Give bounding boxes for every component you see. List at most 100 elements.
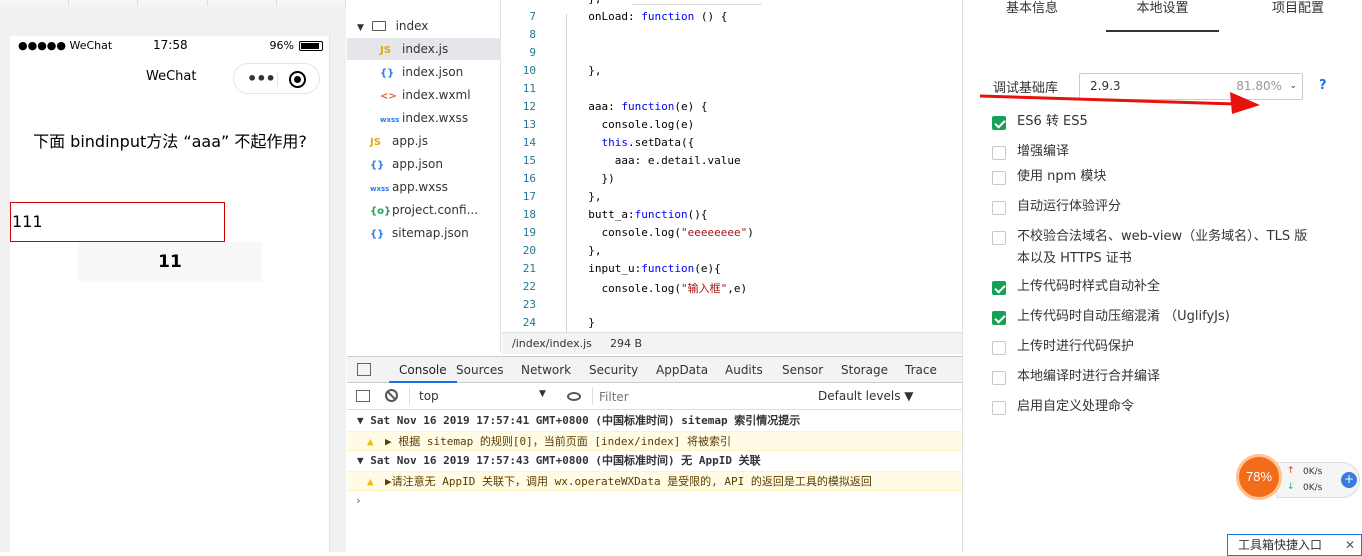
line-number: 9	[529, 46, 536, 59]
devtools-tab[interactable]: Console	[389, 357, 457, 383]
option-checkbox[interactable]	[992, 341, 1006, 355]
console-group[interactable]: ▼ Sat Nov 16 2019 17:57:41 GMT+0800 (中国标…	[347, 411, 962, 431]
chevron-down-icon: ⌄	[1289, 81, 1297, 91]
devtools-tab[interactable]: Network	[521, 357, 571, 383]
file-path: /index/index.js	[512, 337, 592, 350]
file-name: app.wxss	[392, 180, 448, 194]
editor-tab[interactable]	[632, 0, 762, 5]
line-number: 8	[529, 28, 536, 41]
option-checkbox[interactable]	[992, 231, 1006, 245]
help-icon[interactable]: ?	[1319, 78, 1327, 93]
tab-project-config[interactable]: 项目配置	[1253, 0, 1343, 32]
option-checkbox[interactable]	[992, 281, 1006, 295]
tree-file-item[interactable]: {} sitemap.json	[370, 222, 469, 244]
tree-file-item[interactable]: wxss index.wxss	[380, 107, 468, 129]
option-checkbox[interactable]	[992, 371, 1006, 385]
tree-file-item[interactable]: wxss app.wxss	[370, 176, 448, 198]
code-line: console.log(e)	[575, 118, 695, 131]
devtools-tab[interactable]: Sources	[456, 357, 503, 383]
close-icon[interactable]: ✕	[1345, 535, 1355, 555]
console-message: ▼ Sat Nov 16 2019 17:57:41 GMT+0800 (中国标…	[357, 414, 801, 427]
question-text: 下面 bindinput方法 “aaa” 不起作用?	[33, 132, 307, 151]
tab-local-settings[interactable]: 本地设置	[1106, 0, 1219, 32]
code-line: onLoad: function () {	[575, 10, 728, 23]
tree-file-item[interactable]: {o}project.confi...	[370, 199, 478, 221]
option-label: 增强编译	[1017, 144, 1070, 159]
console-message: ▶ 根据 sitemap 的规则[0]，当前页面 [index/index] 将…	[385, 435, 732, 448]
toolbox-shortcut[interactable]: 工具箱快捷入口 ✕	[1227, 534, 1362, 556]
option-checkbox[interactable]	[992, 171, 1006, 185]
phone-status-bar: ●●●●● WeChat 17:58 96%	[10, 36, 330, 56]
eye-icon[interactable]	[567, 392, 581, 401]
tree-file-item[interactable]: {} app.json	[370, 153, 443, 175]
option-label: 启用自定义处理命令	[1017, 399, 1135, 414]
tree-folder-index[interactable]: ▼ index	[357, 15, 428, 37]
console-filter-input[interactable]	[599, 387, 799, 407]
devtools-tab[interactable]: Trace	[905, 357, 937, 383]
line-number: 15	[522, 154, 536, 167]
file-type-icon: {}	[370, 229, 385, 240]
file-type-icon: JS	[380, 45, 391, 56]
devtools-tab[interactable]: Storage	[841, 357, 888, 383]
upload-speed: 0K/s	[1303, 467, 1323, 477]
tree-file-item[interactable]: <> index.wxml	[380, 84, 471, 106]
code-line: },	[575, 244, 602, 257]
file-type-icon: {}	[380, 68, 395, 79]
code-line: console.log("输入框",e)	[575, 282, 748, 295]
option-checkbox[interactable]	[992, 116, 1006, 130]
inspect-icon[interactable]	[357, 363, 371, 376]
menu-capsule[interactable]: •••	[233, 63, 320, 94]
console-prompt[interactable]: ›	[347, 491, 962, 511]
file-type-icon: JS	[370, 137, 381, 148]
file-name: index.wxss	[402, 111, 469, 125]
line-number: 12	[522, 100, 536, 113]
console-group[interactable]: ▼ Sat Nov 16 2019 17:57:43 GMT+0800 (中国标…	[347, 451, 962, 471]
console-warning[interactable]: ▲ ▶ 根据 sitemap 的规则[0]，当前页面 [index/index] …	[347, 431, 962, 451]
line-number: 21	[522, 262, 536, 275]
option-label: 不校验合法域名、web-view（业务域名）、TLS 版本以及 HTTPS 证书	[1017, 229, 1308, 266]
line-gutter: 7 8 9 10 11 12 13 14 15 16 17 18 19 20 21 22 23 24	[502, 0, 560, 332]
file-type-icon: wxss	[370, 185, 390, 193]
tree-file-item[interactable]: JS app.js	[370, 130, 428, 152]
console-warning[interactable]: ▲ ▶请注意无 AppID 关联下，调用 wx.operateWXData 是受限…	[347, 471, 962, 491]
close-miniprogram-icon[interactable]	[289, 71, 306, 88]
file-name: sitemap.json	[392, 226, 469, 240]
more-icon[interactable]: •••	[247, 69, 276, 88]
log-levels-select[interactable]: Default levels ▼	[818, 389, 914, 403]
option-checkbox[interactable]	[992, 146, 1006, 160]
tree-file-item[interactable]: JS index.js	[347, 38, 501, 60]
base-library-select[interactable]: 2.9.3 81.80% ⌄	[1079, 73, 1303, 100]
tab-basic-info[interactable]: 基本信息	[987, 0, 1077, 32]
simulator-toolbar	[0, 0, 347, 6]
clear-console-icon[interactable]	[385, 389, 398, 402]
bind-input[interactable]: 111	[10, 202, 225, 242]
option-label: 自动运行体验评分	[1017, 199, 1122, 214]
code-line: aaa: e.detail.value	[575, 154, 741, 167]
file-type-icon: {}	[370, 160, 385, 171]
context-select[interactable]: top	[419, 389, 439, 403]
devtools-tab[interactable]: Sensor	[782, 357, 823, 383]
console-message: ▶请注意无 AppID 关联下，调用 wx.operateWXData 是受限的…	[385, 475, 872, 488]
devtools-tab[interactable]: Audits	[725, 357, 763, 383]
sidebar-toggle-icon[interactable]	[356, 390, 370, 402]
boost-icon[interactable]: +	[1341, 472, 1357, 488]
memory-percent: 78%	[1236, 454, 1282, 500]
option-checkbox[interactable]	[992, 311, 1006, 325]
option-checkbox[interactable]	[992, 401, 1006, 415]
base-library-label: 调试基础库	[993, 81, 1059, 96]
network-speed-widget[interactable]: ↑ 0K/s ↓ 0K/s + 78%	[1236, 454, 1360, 502]
file-tree: ▼ index JS index.js {} index.json <> index.wx…	[347, 0, 501, 352]
value-button[interactable]: 11	[78, 242, 262, 282]
console-output: ▼ Sat Nov 16 2019 17:57:41 GMT+0800 (中国标…	[347, 410, 962, 552]
chevron-down-icon: ▼	[357, 23, 364, 33]
file-type-icon: {o}	[370, 206, 392, 217]
code-editor[interactable]: 7 8 9 10 11 12 13 14 15 16 17 18 19 20 21 22 23 24 }, onL…	[502, 0, 962, 332]
line-number: 13	[522, 118, 536, 131]
file-name: index.js	[402, 42, 449, 56]
devtools-tab[interactable]: Security	[589, 357, 638, 383]
devtools-tab[interactable]: AppData	[656, 357, 708, 383]
warning-icon: ▲	[367, 435, 374, 448]
tree-file-item[interactable]: {} index.json	[380, 61, 463, 83]
option-checkbox[interactable]	[992, 201, 1006, 215]
context-dropdown-icon[interactable]: ▼	[539, 389, 546, 399]
